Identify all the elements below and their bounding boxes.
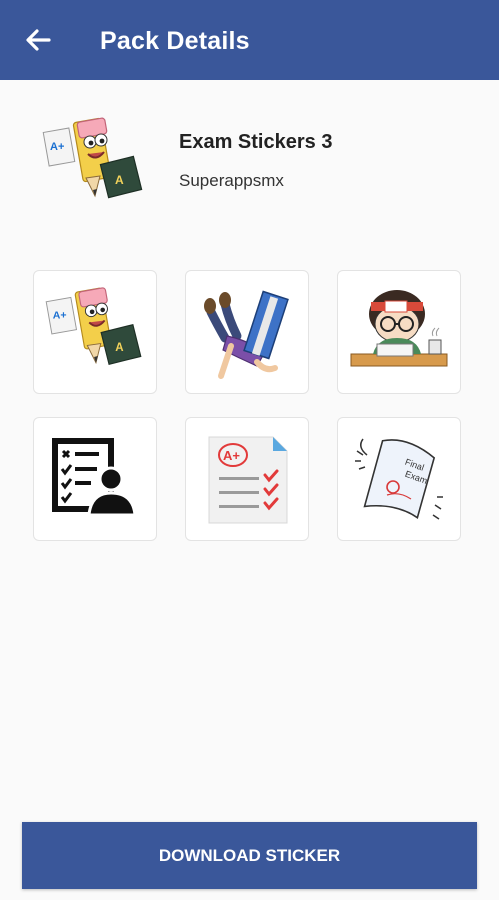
- sticker-item-a-plus-paper[interactable]: A+: [185, 417, 309, 541]
- sticker-item-final-exam-paper[interactable]: Final Exam: [337, 417, 461, 541]
- checklist-person-sticker-icon: [52, 438, 137, 517]
- pack-name: Exam Stickers 3: [179, 131, 333, 153]
- sticker-item-checklist-person[interactable]: [33, 417, 157, 541]
- pack-publisher: Superappsmx: [179, 171, 284, 190]
- download-sticker-button[interactable]: DOWNLOAD STICKER: [22, 822, 477, 889]
- pack-icon: A+ A: [42, 112, 146, 216]
- svg-text:A+: A+: [223, 448, 240, 463]
- final-exam-paper-sticker-icon: Final Exam: [355, 438, 443, 520]
- svg-text:A: A: [115, 173, 124, 187]
- svg-text:A+: A+: [53, 310, 67, 322]
- sticker-item-fallen-student[interactable]: [185, 270, 309, 394]
- sticker-item-studying-student[interactable]: [337, 270, 461, 394]
- book-head-fallen-student-sticker-icon: [204, 290, 289, 379]
- svg-text:A+: A+: [50, 141, 64, 153]
- pencil-book-sticker-icon: A+ A: [45, 287, 142, 366]
- back-button[interactable]: [20, 24, 56, 56]
- studying-student-headband-sticker-icon: [350, 290, 448, 367]
- a-plus-test-paper-sticker-icon: A+: [208, 436, 288, 524]
- app-bar: Pack Details: [0, 0, 499, 80]
- pencil-book-sticker-icon: A+ A: [42, 117, 143, 199]
- arrow-back-icon: [26, 29, 51, 51]
- svg-text:A: A: [115, 342, 124, 354]
- page-title: Pack Details: [100, 27, 250, 55]
- sticker-item-pencil-book[interactable]: A+ A: [33, 270, 157, 394]
